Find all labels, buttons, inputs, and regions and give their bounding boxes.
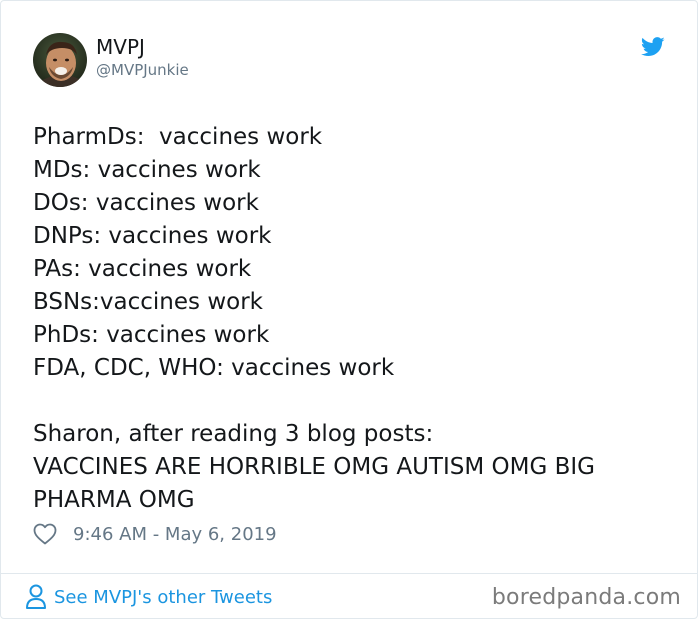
heart-icon[interactable]	[33, 523, 57, 545]
tweet-timestamp[interactable]: 9:46 AM - May 6, 2019	[73, 524, 277, 545]
footer-divider	[1, 573, 697, 574]
avatar[interactable]	[33, 33, 87, 87]
tweet-meta: 9:46 AM - May 6, 2019	[33, 520, 277, 548]
see-other-tweets-link[interactable]: See MVPJ's other Tweets	[25, 584, 272, 610]
person-icon	[26, 584, 46, 609]
user-info[interactable]: MVPJ @MVPJunkie	[96, 35, 189, 80]
tweet-header: MVPJ @MVPJunkie	[33, 33, 189, 87]
embedded-tweet-card: MVPJ @MVPJunkie PharmDs: vaccines work M…	[0, 0, 698, 619]
tweet-text: PharmDs: vaccines work MDs: vaccines wor…	[33, 124, 595, 513]
user-handle[interactable]: @MVPJunkie	[96, 60, 189, 80]
boredpanda-watermark: boredpanda.com	[491, 585, 681, 610]
display-name[interactable]: MVPJ	[96, 35, 189, 59]
see-other-tweets-label[interactable]: See MVPJ's other Tweets	[54, 587, 272, 608]
twitter-bird-icon[interactable]	[641, 37, 665, 57]
